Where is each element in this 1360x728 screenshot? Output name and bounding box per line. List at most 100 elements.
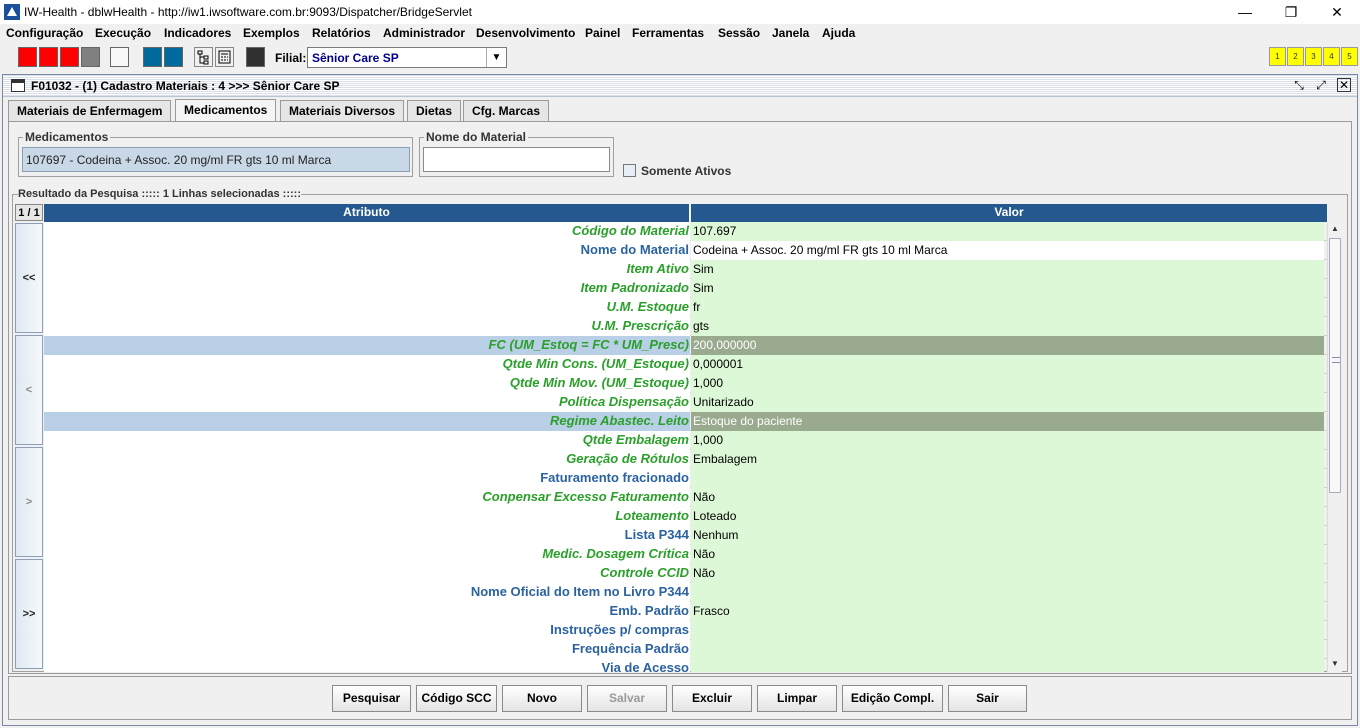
filial-select[interactable]: Sênior Care SP ▼ [307,47,507,68]
edicao-compl-button[interactable]: Edição Compl. [842,685,943,712]
row-value[interactable]: 1,000 [691,374,1324,393]
restore-button[interactable]: ❐ [1268,0,1314,24]
menu-desenvolvimento[interactable]: Desenvolvimento [476,26,575,40]
row-value[interactable]: 1,000 [691,431,1324,450]
toolbar-dark-button[interactable] [246,47,265,67]
minimize-button[interactable]: — [1222,0,1268,24]
table-row[interactable]: Qtde Min Cons. (UM_Estoque) 0,000001 [44,355,1327,374]
salvar-button[interactable]: Salvar [587,685,667,712]
table-row[interactable]: Via de Acesso [44,659,1327,672]
row-value[interactable]: Não [691,488,1324,507]
codigo-scc-button[interactable]: Código SCC [416,685,497,712]
table-row[interactable]: Qtde Min Mov. (UM_Estoque) 1,000 [44,374,1327,393]
table-row[interactable]: U.M. Estoque fr [44,298,1327,317]
row-value[interactable] [691,659,1324,672]
column-header-valor[interactable]: Valor [691,204,1327,222]
table-row[interactable]: Medic. Dosagem Crítica Não [44,545,1327,564]
row-value[interactable]: Sim [691,260,1324,279]
tab-dietas[interactable]: Dietas [407,100,462,121]
menu-sessao[interactable]: Sessão [718,26,760,40]
iconify-icon[interactable]: ⤡ [1291,78,1307,94]
column-header-atributo[interactable]: Atributo [44,204,690,222]
menu-relatorios[interactable]: Relatórios [312,26,371,40]
row-value[interactable]: Não [691,545,1324,564]
row-value[interactable]: Codeina + Assoc. 20 mg/ml FR gts 10 ml M… [691,241,1324,260]
toolbar-red-button-3[interactable] [60,47,79,67]
row-value[interactable]: Sim [691,279,1324,298]
table-row[interactable]: Regime Abastec. Leito Estoque do paciente [44,412,1327,431]
maximize-icon[interactable]: ⤢ [1313,78,1329,94]
menu-indicadores[interactable]: Indicadores [164,26,231,40]
table-row[interactable]: Geração de Rótulos Embalagem [44,450,1327,469]
table-row[interactable]: Conpensar Excesso Faturamento Não [44,488,1327,507]
somente-ativos-checkbox[interactable] [623,164,636,177]
table-row[interactable]: Nome Oficial do Item no Livro P344 [44,583,1327,602]
novo-button[interactable]: Novo [502,685,582,712]
row-value[interactable]: Embalagem [691,450,1324,469]
close-button[interactable]: ✕ [1314,0,1360,24]
row-value[interactable]: Loteado [691,507,1324,526]
row-value[interactable]: 200,000000 [691,336,1324,355]
row-value[interactable]: Não [691,564,1324,583]
row-value[interactable] [691,640,1324,659]
toolbar-red-button-2[interactable] [39,47,58,67]
sair-button[interactable]: Sair [948,685,1027,712]
toolbar-red-button-1[interactable] [18,47,37,67]
row-value[interactable]: gts [691,317,1324,336]
table-row[interactable]: Controle CCID Não [44,564,1327,583]
row-value[interactable]: fr [691,298,1324,317]
menu-administrador[interactable]: Administrador [383,26,465,40]
calculator-icon[interactable] [215,47,234,67]
quick-button-1[interactable]: 1 [1269,47,1286,66]
table-row[interactable]: Frequência Padrão [44,640,1327,659]
menu-ferramentas[interactable]: Ferramentas [632,26,704,40]
quick-button-3[interactable]: 3 [1305,47,1322,66]
toolbar-teal-button-2[interactable] [164,47,183,67]
table-row[interactable]: Item Ativo Sim [44,260,1327,279]
chevron-down-icon[interactable]: ▼ [486,48,506,67]
limpar-button[interactable]: Limpar [757,685,837,712]
table-row[interactable]: Lista P344 Nenhum [44,526,1327,545]
row-value[interactable]: 0,000001 [691,355,1324,374]
tab-cfg-marcas[interactable]: Cfg. Marcas [463,100,550,121]
close-icon[interactable]: ✕ [1337,78,1351,92]
quick-button-2[interactable]: 2 [1287,47,1304,66]
toolbar-gray-button[interactable] [81,47,100,67]
nav-next-button[interactable]: > [15,447,43,557]
quick-button-4[interactable]: 4 [1323,47,1340,66]
table-row[interactable]: Faturamento fracionado [44,469,1327,488]
row-value[interactable]: Unitarizado [691,393,1324,412]
scroll-down-icon[interactable]: ▼ [1328,657,1342,671]
row-value[interactable]: Estoque do paciente [691,412,1324,431]
tree-icon[interactable] [194,47,213,67]
menu-execucao[interactable]: Execução [95,26,151,40]
medicamentos-field[interactable]: 107697 - Codeina + Assoc. 20 mg/ml FR gt… [22,147,410,172]
row-value[interactable]: 107.697 [691,222,1324,241]
row-value[interactable] [691,469,1324,488]
table-row[interactable]: Loteamento Loteado [44,507,1327,526]
table-row[interactable]: FC (UM_Estoq = FC * UM_Presc) 200,000000 [44,336,1327,355]
pesquisar-button[interactable]: Pesquisar [332,685,411,712]
row-value[interactable] [691,583,1324,602]
menu-exemplos[interactable]: Exemplos [243,26,300,40]
row-value[interactable]: Nenhum [691,526,1324,545]
nome-material-input[interactable] [423,147,610,172]
menu-painel[interactable]: Painel [585,26,620,40]
menu-janela[interactable]: Janela [772,26,809,40]
table-row[interactable]: Instruções p/ compras [44,621,1327,640]
table-row[interactable]: Emb. Padrão Frasco [44,602,1327,621]
excluir-button[interactable]: Excluir [672,685,752,712]
tab-medicamentos[interactable]: Medicamentos [175,99,277,122]
toolbar-teal-button-1[interactable] [143,47,162,67]
vertical-scrollbar[interactable]: ▲ ▼ [1327,222,1342,672]
table-row[interactable]: Política Dispensação Unitarizado [44,393,1327,412]
tab-materiais-diversos[interactable]: Materiais Diversos [280,100,405,121]
quick-button-5[interactable]: 5 [1341,47,1358,66]
nav-first-button[interactable]: << [15,223,43,333]
row-value[interactable] [691,621,1324,640]
table-row[interactable]: Item Padronizado Sim [44,279,1327,298]
table-row[interactable]: Código do Material 107.697 [44,222,1327,241]
scroll-thumb[interactable] [1329,238,1341,493]
menu-configuracao[interactable]: Configuração [6,26,83,40]
table-row[interactable]: U.M. Prescrição gts [44,317,1327,336]
